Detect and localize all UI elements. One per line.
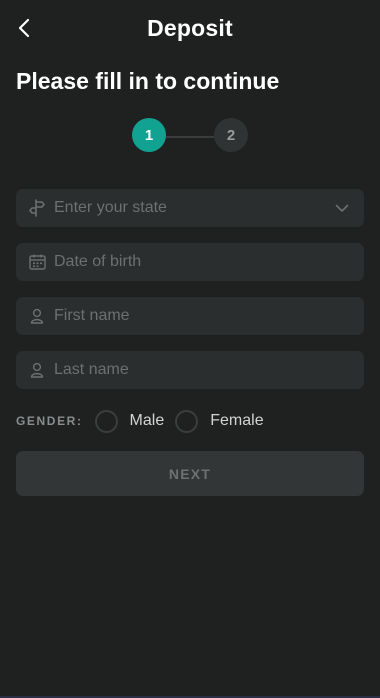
user-icon — [28, 361, 46, 379]
signpost-icon — [28, 199, 46, 217]
header-title: Deposit — [147, 15, 233, 41]
last-name-field[interactable] — [16, 351, 364, 389]
next-button[interactable]: NEXT — [16, 451, 364, 496]
state-input[interactable] — [54, 199, 332, 217]
page-title: Please fill in to continue — [16, 68, 280, 94]
first-name-input[interactable] — [54, 307, 364, 325]
gender-selector: GENDER: Male Female — [16, 406, 364, 436]
calendar-icon — [28, 253, 46, 271]
date-of-birth-input[interactable] — [54, 253, 364, 271]
step-connector — [162, 136, 222, 138]
stepper: 1 2 — [132, 118, 250, 154]
last-name-input[interactable] — [54, 361, 364, 379]
user-icon — [28, 307, 46, 325]
step-2-indicator: 2 — [214, 118, 248, 152]
date-of-birth-field[interactable] — [16, 243, 364, 281]
chevron-down-icon — [332, 198, 352, 218]
header: Deposit — [0, 0, 380, 56]
gender-label: GENDER: — [16, 414, 83, 428]
radio-female[interactable] — [175, 409, 199, 433]
state-select[interactable] — [16, 189, 364, 227]
first-name-field[interactable] — [16, 297, 364, 335]
step-1-indicator: 1 — [132, 118, 166, 152]
gender-option-female[interactable]: Female — [175, 409, 264, 433]
gender-male-label: Male — [129, 412, 165, 429]
radio-male[interactable] — [94, 409, 118, 433]
gender-option-male[interactable]: Male — [94, 409, 165, 433]
gender-female-label: Female — [210, 412, 264, 429]
